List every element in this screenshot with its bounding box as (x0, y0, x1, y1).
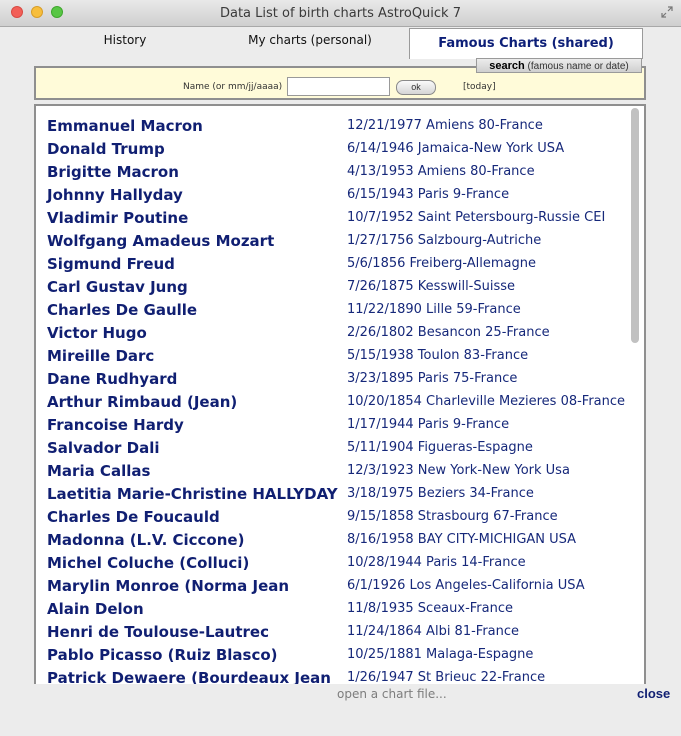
chart-name: Mireille Darc (47, 347, 155, 365)
chart-name: Maria Callas (47, 462, 151, 480)
chart-birth-data: 4/13/1953 Amiens 80-France (347, 164, 535, 179)
chart-list-row[interactable]: Patrick Dewaere (Bourdeaux Jean 1/26/1947… (36, 666, 626, 684)
chart-list-row[interactable]: Michel Coluche (Colluci) 10/28/1944 Paris… (36, 551, 626, 574)
chart-list-row[interactable]: Alain Delon 11/8/1935 Sceaux-France (36, 597, 626, 620)
chart-name: Pablo Picasso (Ruiz Blasco) (47, 646, 278, 664)
chart-birth-data: 1/17/1944 Paris 9-France (347, 417, 510, 432)
chart-birth-data: 11/8/1935 Sceaux-France (347, 601, 514, 616)
chart-list-row[interactable]: Charles De Gaulle 11/22/1890 Lille 59-Fra… (36, 298, 626, 321)
chart-list-row[interactable]: Carl Gustav Jung 7/26/1875 Kesswill-Suiss… (36, 275, 626, 298)
chart-list-row[interactable]: Madonna (L.V. Ciccone) 8/16/1958 BAY CITY… (36, 528, 626, 551)
chart-name: Francoise Hardy (47, 416, 184, 434)
chart-birth-data: 6/1/1926 Los Angeles-California USA (347, 578, 585, 593)
chart-birth-data: 5/15/1938 Toulon 83-France (347, 348, 529, 363)
search-button[interactable]: search (famous name or date) (476, 58, 642, 73)
chart-list-row[interactable]: Dane Rudhyard 3/23/1895 Paris 75-France (36, 367, 626, 390)
chart-name: Charles De Foucauld (47, 508, 220, 526)
chart-name: Henri de Toulouse-Lautrec (47, 623, 269, 641)
list-scrollbar[interactable] (631, 108, 639, 343)
search-button-label: search (489, 60, 525, 72)
chart-birth-data: 6/14/1946 Jamaica-New York USA (347, 141, 565, 156)
close-button[interactable]: close (637, 686, 670, 701)
tab-famous-charts[interactable]: Famous Charts (shared) (409, 28, 643, 59)
chart-list-row[interactable]: Salvador Dali 5/11/1904 Figueras-Espagne (36, 436, 626, 459)
search-button-hint: (famous name or date) (527, 61, 629, 72)
chart-birth-data: 2/26/1802 Besancon 25-France (347, 325, 550, 340)
chart-list-row[interactable]: Laetitia Marie-Christine HALLYDAY 3/18/19… (36, 482, 626, 505)
chart-name: Wolfgang Amadeus Mozart (47, 232, 275, 250)
chart-name: Laetitia Marie-Christine HALLYDAY (47, 485, 338, 503)
name-field-label: Name (or mm/jj/aaaa) (183, 82, 283, 92)
chart-list-row[interactable]: Francoise Hardy 1/17/1944 Paris 9-France (36, 413, 626, 436)
chart-birth-data: 1/27/1756 Salzbourg-Autriche (347, 233, 542, 248)
chart-name: Sigmund Freud (47, 255, 175, 273)
chart-list-row[interactable]: Sigmund Freud 5/6/1856 Freiberg-Allemagne (36, 252, 626, 275)
chart-birth-data: 6/15/1943 Paris 9-France (347, 187, 510, 202)
chart-list-row[interactable]: Brigitte Macron 4/13/1953 Amiens 80-Franc… (36, 160, 626, 183)
famous-charts-list: Emmanuel Macron 12/21/1977 Amiens 80-Fran… (34, 104, 646, 684)
ok-button[interactable]: ok (396, 80, 436, 95)
chart-list-row[interactable]: Maria Callas 12/3/1923 New York-New York … (36, 459, 626, 482)
chart-birth-data: 1/26/1947 St Brieuc 22-France (347, 670, 546, 684)
chart-list-row[interactable]: Charles De Foucauld 9/15/1858 Strasbourg … (36, 505, 626, 528)
chart-name: Brigitte Macron (47, 163, 179, 181)
chart-list-row[interactable]: Donald Trump 6/14/1946 Jamaica-New York U… (36, 137, 626, 160)
chart-birth-data: 10/20/1854 Charleville Mezieres 08-Franc… (347, 394, 626, 409)
chart-name: Emmanuel Macron (47, 117, 203, 135)
chart-name: Alain Delon (47, 600, 144, 618)
chart-birth-data: 10/25/1881 Malaga-Espagne (347, 647, 534, 662)
chart-name: Patrick Dewaere (Bourdeaux Jean (47, 669, 331, 684)
chart-name: Carl Gustav Jung (47, 278, 188, 296)
chart-birth-data: 7/26/1875 Kesswill-Suisse (347, 279, 516, 294)
chart-birth-data: 10/28/1944 Paris 14-France (347, 555, 526, 570)
tab-history[interactable]: History (40, 27, 210, 54)
chart-name: Johnny Hallyday (47, 186, 183, 204)
chart-birth-data: 11/22/1890 Lille 59-France (347, 302, 521, 317)
chart-birth-data: 3/18/1975 Beziers 34-France (347, 486, 534, 501)
chart-name: Donald Trump (47, 140, 165, 158)
chart-list-row[interactable]: Emmanuel Macron 12/21/1977 Amiens 80-Fran… (36, 114, 626, 137)
today-link[interactable]: [today] (463, 82, 496, 92)
chart-list-row[interactable]: Henri de Toulouse-Lautrec 11/24/1864 Albi… (36, 620, 626, 643)
chart-birth-data: 3/23/1895 Paris 75-France (347, 371, 518, 386)
chart-list-row[interactable]: Johnny Hallyday 6/15/1943 Paris 9-France (36, 183, 626, 206)
chart-list-row[interactable]: Marylin Monroe (Norma Jean 6/1/1926 Los A… (36, 574, 626, 597)
chart-birth-data: 11/24/1864 Albi 81-France (347, 624, 520, 639)
window-title: Data List of birth charts AstroQuick 7 (219, 6, 461, 21)
chart-name: Victor Hugo (47, 324, 147, 342)
chart-list-row[interactable]: Victor Hugo 2/26/1802 Besancon 25-France (36, 321, 626, 344)
chart-name: Michel Coluche (Colluci) (47, 554, 250, 572)
chart-list-row[interactable]: Mireille Darc 5/15/1938 Toulon 83-France (36, 344, 626, 367)
chart-name: Charles De Gaulle (47, 301, 198, 319)
chart-birth-data: 5/11/1904 Figueras-Espagne (347, 440, 533, 455)
chart-list-row[interactable]: Arthur Rimbaud (Jean) 10/20/1854 Charlevi… (36, 390, 626, 413)
chart-list-row[interactable]: Wolfgang Amadeus Mozart 1/27/1756 Salzbou… (36, 229, 626, 252)
chart-birth-data: 9/15/1858 Strasbourg 67-France (347, 509, 558, 524)
chart-birth-data: 10/7/1952 Saint Petersbourg-Russie CEI (347, 210, 606, 225)
chart-list-row[interactable]: Vladimir Poutine 10/7/1952 Saint Petersbo… (36, 206, 626, 229)
name-search-input[interactable] (287, 77, 390, 96)
open-chart-file-link[interactable]: open a chart file... (337, 687, 447, 701)
chart-birth-data: 12/21/1977 Amiens 80-France (347, 118, 543, 133)
chart-name: Marylin Monroe (Norma Jean (47, 577, 290, 595)
fullscreen-icon[interactable] (661, 6, 673, 18)
chart-name: Salvador Dali (47, 439, 160, 457)
chart-birth-data: 8/16/1958 BAY CITY-MICHIGAN USA (347, 532, 577, 547)
chart-name: Arthur Rimbaud (Jean) (47, 393, 238, 411)
chart-name: Dane Rudhyard (47, 370, 178, 388)
window-titlebar: Data List of birth charts AstroQuick 7 (0, 0, 681, 27)
chart-list-row[interactable]: Pablo Picasso (Ruiz Blasco) 10/25/1881 Ma… (36, 643, 626, 666)
chart-birth-data: 5/6/1856 Freiberg-Allemagne (347, 256, 536, 271)
tab-my-charts[interactable]: My charts (personal) (215, 27, 405, 54)
chart-birth-data: 12/3/1923 New York-New York Usa (347, 463, 570, 478)
chart-name: Vladimir Poutine (47, 209, 189, 227)
chart-name: Madonna (L.V. Ciccone) (47, 531, 245, 549)
